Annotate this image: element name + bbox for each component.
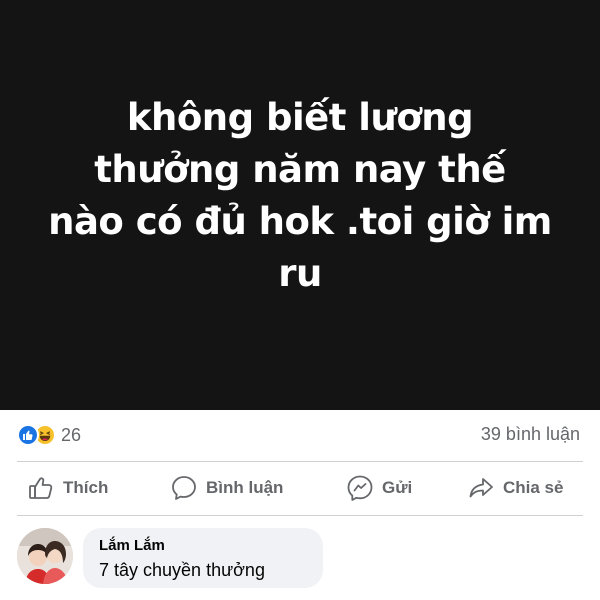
avatar[interactable] <box>17 528 73 584</box>
like-label: Thích <box>63 478 109 497</box>
post-text: không biết lương thưởng năm nay thế nào … <box>0 92 600 300</box>
messenger-icon <box>346 474 374 502</box>
post-text-line: nào có đủ hok .toi giờ im <box>48 200 552 243</box>
send-button[interactable]: Gửi <box>346 474 412 502</box>
like-icon <box>17 424 39 446</box>
share-button[interactable]: Chia sẻ <box>467 474 563 502</box>
post-text-line: không biết lương <box>126 96 474 139</box>
post-text-line: thưởng năm nay thế <box>94 148 506 191</box>
reactions-summary[interactable]: 26 <box>17 423 81 447</box>
send-label: Gửi <box>382 478 413 497</box>
reaction-count: 26 <box>61 424 82 445</box>
post-text-line: ru <box>278 252 322 295</box>
post-image[interactable]: không biết lương thưởng năm nay thế nào … <box>0 0 600 410</box>
share-arrow-icon <box>467 474 495 502</box>
comment-button[interactable]: Bình luận <box>170 474 283 502</box>
comment-text: 7 tây chuyền thưởng <box>99 560 265 580</box>
post-stats: 26 39 bình luận <box>0 410 600 460</box>
comment-author[interactable]: Lắm Lắm <box>99 537 165 554</box>
comment: Lắm Lắm 7 tây chuyền thưởng <box>0 516 600 600</box>
thumbs-up-icon <box>27 474 55 502</box>
comment-label: Bình luận <box>206 478 284 497</box>
comment-bubble-icon <box>170 474 198 502</box>
comment-bubble[interactable]: Lắm Lắm 7 tây chuyền thưởng <box>83 528 323 588</box>
share-label: Chia sẻ <box>503 478 564 497</box>
comment-count[interactable]: 39 bình luận <box>481 424 580 445</box>
action-bar: Thích Bình luận Gửi Chia sẻ <box>0 462 600 514</box>
like-button[interactable]: Thích <box>27 474 108 502</box>
